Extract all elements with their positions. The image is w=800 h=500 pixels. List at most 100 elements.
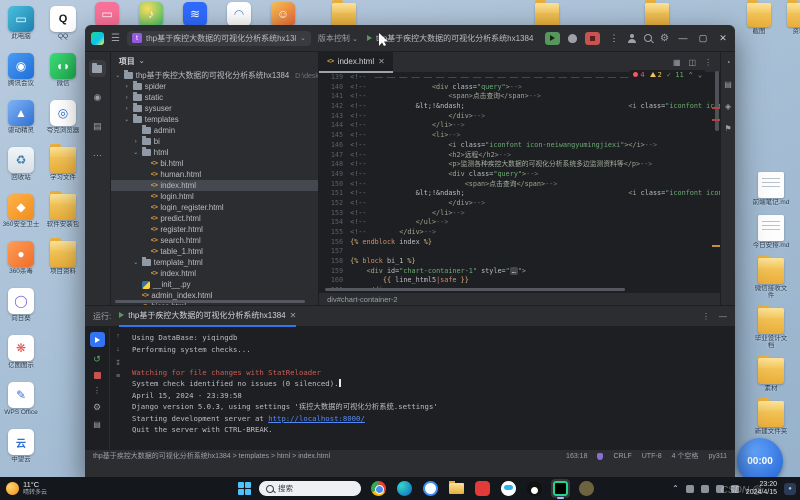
line-separator[interactable]: CRLF [613, 453, 631, 460]
tree-chevron-icon[interactable]: › [124, 106, 130, 112]
prev-problem-icon[interactable]: ⌃ [689, 71, 693, 81]
editor-layout-icon[interactable]: ▦ [673, 58, 681, 67]
python-interpreter[interactable]: py311 [708, 453, 727, 460]
run-button[interactable] [545, 31, 561, 45]
tree-item[interactable]: <> index.html [110, 180, 319, 191]
run-panel-options-icon[interactable]: ⋮ [702, 312, 710, 321]
ai-assistant-icon[interactable]: ◈ [725, 102, 731, 111]
run-more-icon[interactable]: ⋮ [93, 386, 101, 395]
scroll-end-icon[interactable]: ≡ [116, 373, 120, 380]
desktop-icon-folder[interactable] [638, 0, 676, 27]
tree-item[interactable]: admin [111, 125, 318, 136]
commit-toolwindow-icon[interactable]: ◉ [89, 89, 106, 106]
taskbar-app-icon[interactable] [395, 479, 414, 498]
structure-toolwindow-icon[interactable]: ▤ [89, 118, 106, 135]
editor-options-icon[interactable]: ⋮ [704, 58, 712, 67]
settings-gear-icon[interactable]: ⚙ [660, 33, 669, 44]
indent-style[interactable]: 4 个空格 [672, 451, 699, 461]
pycharm-logo-icon[interactable] [91, 31, 104, 45]
desktop-icon[interactable]: Q QQ [44, 6, 82, 40]
search-everywhere-icon[interactable] [644, 34, 653, 42]
statusbar-breadcrumb[interactable]: thp基于疾控大数据的可视化分析系统hx1384 > templates > h… [93, 451, 330, 461]
project-panel-header[interactable]: 项目 ⌄ [111, 52, 318, 70]
taskbar-search[interactable]: 搜索 [259, 481, 361, 496]
tree-item[interactable]: ⌄ thp基于疾控大数据的可视化分析系统hx1384 D:\desktop\th… [111, 70, 318, 81]
taskbar-weather-widget[interactable]: 11°C 晴转多云 [0, 480, 76, 497]
tree-item[interactable]: › static [111, 92, 318, 103]
start-button[interactable] [238, 482, 251, 495]
tab-close-icon[interactable]: ✕ [378, 57, 385, 66]
stop-button[interactable] [585, 31, 601, 45]
notification-center-icon[interactable]: ● [784, 482, 796, 495]
desktop-icon-folder[interactable] [325, 0, 363, 27]
tree-item[interactable]: <> human.html [111, 169, 318, 180]
tree-item[interactable]: <> index.html [111, 268, 318, 279]
up-stacktrace-icon[interactable]: ↑ [116, 333, 120, 340]
tree-item[interactable]: <> search.html [111, 235, 318, 246]
gradle-toolwindow-icon[interactable]: ▤ [724, 80, 732, 89]
desktop-icon[interactable]: 学习文件 [44, 144, 82, 181]
desktop-icon[interactable]: 毕业设计文档 [752, 305, 790, 349]
editor-horizontal-scrollbar[interactable] [319, 288, 721, 292]
file-encoding[interactable]: UTF-8 [642, 453, 662, 460]
taskbar-app-icon[interactable] [473, 479, 492, 498]
down-stacktrace-icon[interactable]: ↓ [116, 346, 120, 353]
desktop-icon[interactable]: 截图 [740, 0, 778, 35]
restart-server-icon[interactable]: ↺ [93, 354, 101, 365]
desktop-icon[interactable]: ● 360杀毒 [2, 241, 40, 275]
taskbar-app-icon[interactable] [421, 479, 440, 498]
project-scrollbar[interactable] [114, 300, 305, 303]
tray-input-icon[interactable] [730, 484, 739, 493]
stop-process-icon[interactable] [93, 372, 101, 379]
desktop-icon[interactable]: 素材 [752, 355, 790, 392]
main-menu-icon[interactable]: ☰ [111, 33, 120, 44]
desktop-icon[interactable]: 项目资料 [44, 238, 82, 275]
protected-mode-icon[interactable] [597, 452, 604, 460]
desktop-icon[interactable]: ◉ 腾讯会议 [2, 53, 40, 87]
editor-vertical-scrollbar[interactable] [715, 71, 720, 131]
run-config-widget[interactable]: thp基于疾控大数据的可视化分析系统hx1384 ⌄ [367, 33, 537, 44]
tree-item[interactable]: › sysuser [111, 103, 318, 114]
tree-item[interactable]: <> register.html [111, 224, 318, 235]
tree-chevron-icon[interactable]: › [133, 139, 139, 145]
tray-clock[interactable]: 23:20 2024/4/15 [746, 481, 777, 497]
run-console[interactable]: Using DataBase: yiqingdb Performing syste… [126, 327, 735, 449]
server-link[interactable]: http://localhost:8000/ [268, 414, 365, 423]
tree-item[interactable]: <> bi.html [111, 158, 318, 169]
window-maximize-button[interactable]: ▢ [697, 33, 709, 44]
tray-network-icon[interactable] [685, 484, 694, 493]
tree-chevron-icon[interactable]: ⌄ [133, 149, 139, 156]
caret-position[interactable]: 163:18 [566, 453, 587, 460]
tray-battery-icon[interactable] [715, 484, 724, 493]
tree-item[interactable]: <> login.html [111, 191, 318, 202]
tree-chevron-icon[interactable]: ⌄ [133, 259, 139, 266]
tree-chevron-icon[interactable]: ⌄ [124, 116, 130, 123]
tree-item[interactable]: ⌄ templates [111, 114, 318, 125]
window-close-button[interactable]: ✕ [717, 33, 729, 44]
tree-item[interactable]: ⌄ template_html [111, 257, 318, 268]
tree-item[interactable]: ⌄ html [111, 147, 318, 158]
settings-icon[interactable]: ⚙ [93, 402, 101, 413]
taskbar-app-icon[interactable] [525, 479, 544, 498]
more-toolwindows-icon[interactable]: ⋯ [89, 147, 106, 164]
split-editor-icon[interactable]: ◫ [689, 58, 697, 67]
taskbar-app-icon[interactable] [551, 479, 570, 499]
hide-panel-icon[interactable]: — [719, 312, 727, 321]
tree-item[interactable]: __init__.py [111, 279, 318, 290]
inspections-widget[interactable]: 4 2 ✓ 11 ⌃ ⌄ [629, 70, 707, 82]
project-toolwindow-icon[interactable] [88, 60, 106, 77]
taskbar-app-icon[interactable] [447, 479, 466, 498]
next-problem-icon[interactable]: ⌄ [698, 71, 702, 81]
run-tab-close-icon[interactable]: ✕ [290, 311, 297, 320]
debug-button[interactable] [568, 33, 578, 43]
desktop-icon[interactable]: 微信接收文件 [752, 255, 790, 299]
desktop-icon[interactable]: ♻ 回收站 [2, 147, 40, 181]
soft-wrap-icon[interactable]: ↧ [115, 359, 121, 367]
tree-chevron-icon[interactable]: ⌄ [115, 72, 121, 79]
desktop-icon[interactable]: ◆ 360安全卫士 [2, 194, 40, 228]
desktop-icon[interactable]: ▲ 驱动精灵 [2, 100, 40, 134]
error-stripe-mark[interactable] [712, 119, 721, 121]
desktop-icon[interactable]: ✎ WPS Office [2, 382, 40, 416]
desktop-icon[interactable]: ◎ 夸克浏览器 [44, 100, 82, 134]
taskbar-app-icon[interactable] [577, 479, 596, 498]
